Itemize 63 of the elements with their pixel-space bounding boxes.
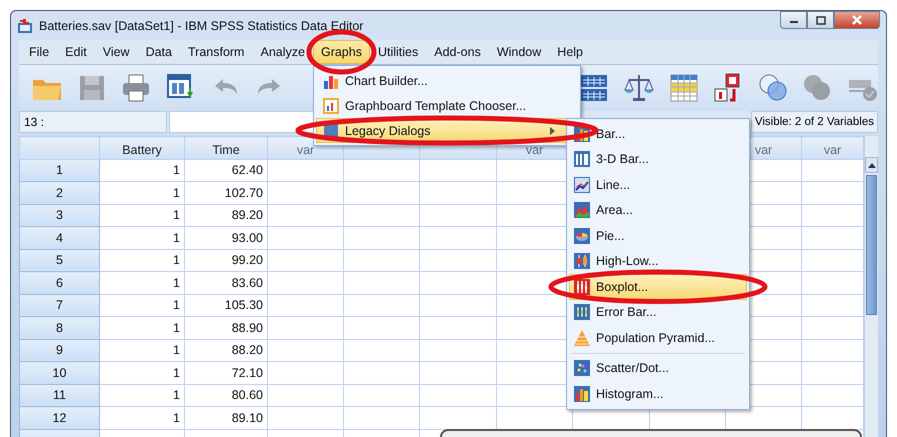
row-number: 12 [20, 406, 100, 429]
row-number: 5 [20, 249, 100, 272]
column-header[interactable]: Battery [100, 136, 184, 159]
menu-item[interactable]: Population Pyramid... [569, 325, 747, 350]
menu-item[interactable]: Transform [180, 40, 252, 64]
menu-item[interactable]: Area... [569, 198, 747, 223]
table-cell: 62.40 [184, 159, 268, 182]
menu-item[interactable]: Histogram... [569, 381, 747, 406]
menu-item[interactable]: Utilities [370, 40, 426, 64]
table-cell: 88.90 [184, 316, 268, 339]
menu-item[interactable]: Help [549, 40, 592, 64]
row-number: 7 [20, 294, 100, 316]
row-number: 3 [20, 204, 100, 226]
table-cell: 1 [100, 406, 184, 429]
menu-item[interactable]: Line... [569, 172, 747, 198]
table-cell: 89.20 [184, 204, 268, 226]
table-cell: 80.60 [184, 384, 268, 406]
menu-item[interactable]: Error Bar... [569, 300, 747, 325]
menu-item[interactable]: Chart Builder... [316, 68, 578, 93]
row-number: 8 [20, 316, 100, 339]
menu-item[interactable]: Data [138, 40, 180, 64]
menu-item[interactable]: Analyze [252, 40, 313, 64]
menu-item[interactable]: Window [488, 40, 550, 64]
menu-item[interactable]: Graphboard Template Chooser... [316, 93, 578, 118]
cell-reference: 13 : [19, 111, 167, 133]
row-number: 1 [20, 159, 100, 182]
table-cell: 88.20 [184, 339, 268, 362]
column-header[interactable]: Time [184, 136, 268, 159]
table-cell: 83.60 [184, 272, 268, 294]
table-cell: 89.10 [184, 406, 268, 429]
row-number: 9 [20, 339, 100, 362]
table-cell: 1 [100, 204, 184, 226]
table-cell: 1 [100, 272, 184, 294]
row-number: 4 [20, 226, 100, 249]
column-header[interactable]: var [802, 136, 864, 159]
table-cell: 1 [100, 294, 184, 316]
table-cell: 1 [100, 362, 184, 384]
table-cell: 1 [100, 339, 184, 362]
table-cell: 99.20 [184, 249, 268, 272]
table-cell: 1 [100, 182, 184, 204]
row-number: 6 [20, 272, 100, 294]
menu-item[interactable]: Scatter/Dot... [569, 356, 747, 381]
table-cell: 1 [100, 159, 184, 182]
menu-item[interactable]: File [21, 40, 58, 64]
menu-item[interactable]: Graphs [312, 40, 370, 64]
table-cell: 1 [100, 316, 184, 339]
menu-item[interactable]: High-Low... [569, 248, 747, 274]
table-cell: 1 [100, 249, 184, 272]
window-title: Batteries.sav [DataSet1] - IBM SPSS Statistics Data Editor [39, 18, 364, 32]
table-cell: 105.30 [184, 294, 268, 316]
table-cell: 93.00 [184, 226, 268, 249]
row-number: 11 [20, 384, 100, 406]
row-number: 10 [20, 362, 100, 384]
table-cell: 1 [100, 226, 184, 249]
table-cell: 72.10 [184, 362, 268, 384]
row-number: 2 [20, 182, 100, 204]
menu-item[interactable]: Pie... [569, 223, 747, 248]
menu-item[interactable]: Edit [57, 40, 95, 64]
variables-status: Visible: 2 of 2 Variables [750, 111, 878, 133]
table-cell: 102.70 [184, 182, 268, 204]
menu-item[interactable]: Add-ons [426, 40, 489, 64]
menu-item[interactable]: View [94, 40, 138, 64]
table-cell: 1 [100, 384, 184, 406]
